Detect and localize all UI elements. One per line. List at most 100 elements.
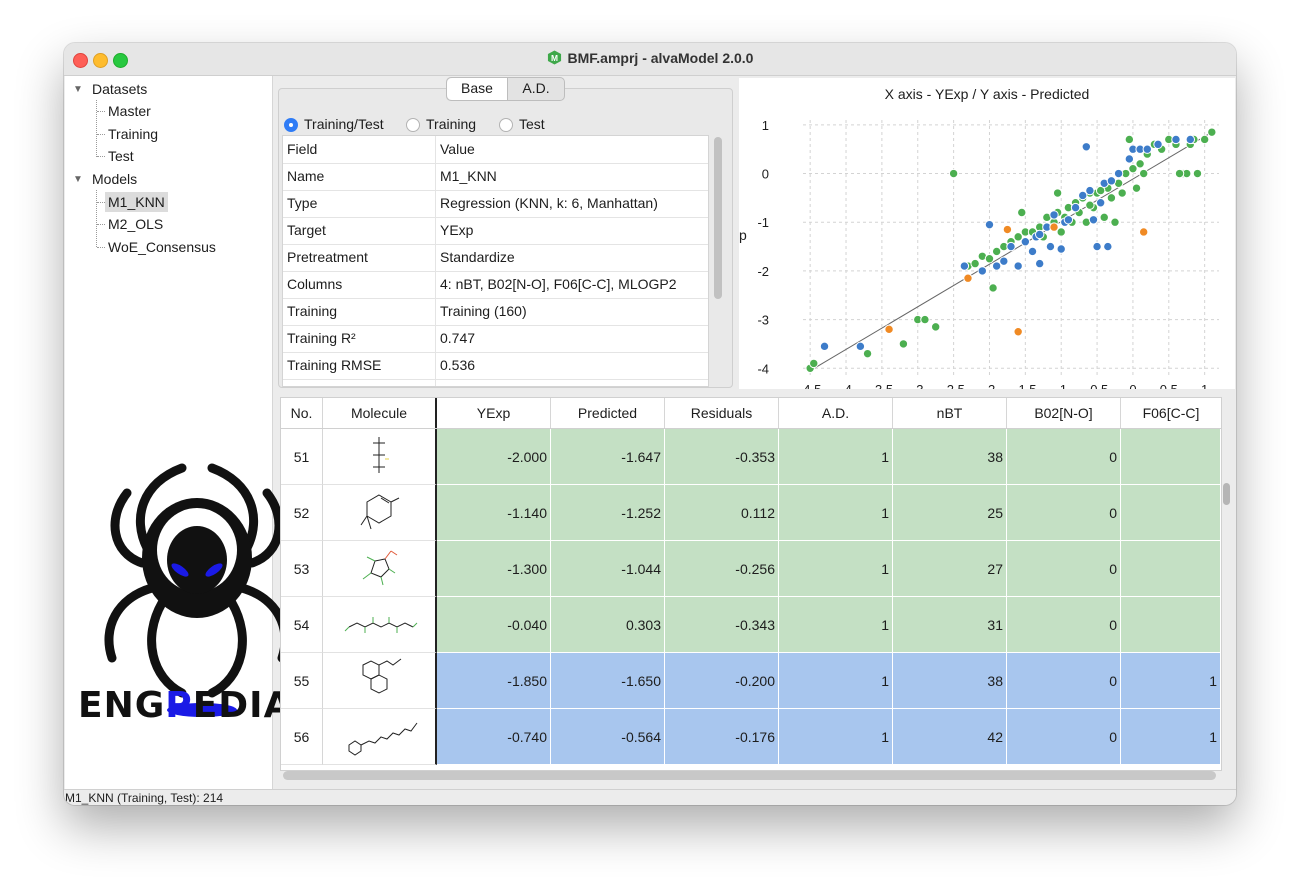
data-point-blue	[984, 219, 995, 230]
property-row[interactable]: Training R² 0.747	[283, 325, 708, 353]
logo-letter: E	[192, 685, 219, 726]
data-point-green	[898, 339, 909, 349]
table-header: No. Molecule YExp Predicted Residuals A.…	[281, 398, 1221, 429]
y-tick-label: 0	[762, 167, 769, 182]
molecule-structure	[323, 653, 437, 709]
data-point-orange	[1049, 222, 1059, 232]
property-value: Standardize	[440, 249, 515, 265]
radio-label: Training/Test	[304, 116, 384, 132]
data-point-blue	[1106, 176, 1117, 186]
property-row[interactable]: Type Regression (KNN, k: 6, Manhattan)	[283, 190, 708, 218]
property-field: Target	[287, 222, 326, 238]
tree-node-training[interactable]: Training	[108, 124, 158, 144]
tree-node-models[interactable]: Models	[92, 169, 137, 189]
data-point-blue	[999, 256, 1009, 266]
table-row[interactable]: 56 -0.740 -0.564 -0.176 1 42 0 1	[281, 709, 1221, 765]
property-row[interactable]: Columns 4: nBT, B02[N-O], F06[C-C], MLOGP…	[283, 271, 708, 299]
col-header-predicted[interactable]: Predicted	[551, 398, 665, 428]
data-point-green	[1131, 183, 1142, 193]
radio-selected-icon[interactable]	[284, 118, 298, 132]
radio-unselected-icon[interactable]	[406, 118, 420, 132]
table-horizontal-scrollbar[interactable]	[283, 771, 1216, 780]
cell-residuals: -0.256	[665, 541, 779, 597]
cell-f06	[1121, 597, 1221, 653]
tab-ad[interactable]: A.D.	[508, 78, 564, 100]
data-point-blue	[1171, 134, 1181, 145]
expand-triangle-icon[interactable]: ▼	[73, 174, 83, 185]
cell-f06	[1121, 485, 1221, 541]
data-point-blue	[1142, 144, 1152, 154]
cell-yexp: -0.040	[437, 597, 551, 653]
property-row[interactable]: Name M1_KNN	[283, 163, 708, 191]
data-point-blue	[1045, 241, 1056, 252]
data-point-orange	[1002, 224, 1013, 235]
table-row[interactable]: 52 -1.140 -1.252 0.112 1 25 0	[281, 485, 1221, 541]
expand-triangle-icon[interactable]: ▼	[73, 84, 83, 95]
table-row[interactable]: 55 -1.850 -1.650 -0.200 1 38 0 1	[281, 653, 1221, 709]
radio-unselected-icon[interactable]	[499, 118, 513, 132]
col-header-b02[interactable]: B02[N-O]	[1007, 398, 1121, 428]
cell-predicted: -1.252	[551, 485, 665, 541]
data-table: No. Molecule YExp Predicted Residuals A.…	[280, 397, 1222, 771]
property-row[interactable]: Training Training (160)	[283, 298, 708, 326]
logo-letter: D	[218, 685, 250, 726]
cell-nbt: 42	[893, 709, 1007, 765]
col-header-molecule[interactable]: Molecule	[323, 398, 437, 428]
col-header-yexp[interactable]: YExp	[437, 398, 551, 428]
molecule-structure-icon	[360, 494, 400, 530]
properties-header: Field Value	[283, 136, 708, 164]
data-point-green	[1199, 134, 1210, 145]
tree-node-m1-knn[interactable]: M1_KNN	[105, 192, 168, 212]
cell-ad: 1	[779, 429, 893, 485]
table-row[interactable]: 54 -0.040 0.303 -0.343 1 31 0	[281, 597, 1221, 653]
molecule-structure	[323, 485, 437, 541]
tree-node-master[interactable]: Master	[108, 101, 151, 121]
property-value: YExp	[440, 222, 474, 238]
col-header-ad[interactable]: A.D.	[779, 398, 893, 428]
data-point-green	[1207, 127, 1217, 137]
table-row[interactable]: 51 -2.000 -1.647 -0.353 1 38 0	[281, 429, 1221, 485]
tab-control: Base A.D.	[446, 77, 565, 101]
property-row[interactable]: Training RMSE 0.536	[283, 352, 708, 380]
property-value: 4: nBT, B02[N-O], F06[C-C], MLOGP2	[440, 276, 677, 292]
col-header-no[interactable]: No.	[281, 398, 323, 428]
x-tick-label: 0.5	[1160, 382, 1178, 389]
property-row[interactable]: Pretreatment Standardize	[283, 244, 708, 272]
table-row[interactable]: 53 -1.300 -1.044 -0.256 1 27 0	[281, 541, 1221, 597]
data-point-green	[930, 322, 941, 332]
data-point-blue	[1006, 241, 1016, 252]
radio-training-test[interactable]: Training/Test	[284, 115, 384, 133]
tree-connector	[97, 224, 105, 225]
properties-scrollbar[interactable]	[714, 137, 722, 299]
cell-nbt: 27	[893, 541, 1007, 597]
data-point-blue	[1095, 198, 1106, 208]
molecule-structure	[323, 597, 437, 653]
table-vertical-scrollbar[interactable]	[1223, 483, 1230, 505]
cell-yexp: -2.000	[437, 429, 551, 485]
molecule-structure-icon	[362, 550, 398, 586]
tab-base[interactable]: Base	[447, 78, 508, 100]
x-tick-label: -2	[984, 382, 996, 389]
cell-nbt: 38	[893, 429, 1007, 485]
tree-node-test[interactable]: Test	[108, 146, 134, 166]
cell-predicted: -0.564	[551, 709, 665, 765]
property-row[interactable]: Target YExp	[283, 217, 708, 245]
tree-node-m2-ols[interactable]: M2_OLS	[108, 214, 163, 234]
col-header-residuals[interactable]: Residuals	[665, 398, 779, 428]
col-header-nbt[interactable]: nBT	[893, 398, 1007, 428]
tree-connector	[96, 100, 97, 157]
tree-node-woe-consensus[interactable]: WoE_Consensus	[108, 237, 216, 257]
x-tick-label: -2.5	[942, 382, 964, 389]
cell-residuals: 0.112	[665, 485, 779, 541]
data-point-blue	[1020, 236, 1031, 247]
logo-letter: G	[134, 685, 166, 726]
cell-residuals: -0.200	[665, 653, 779, 709]
y-axis-label: p	[739, 227, 747, 243]
radio-training[interactable]: Training	[406, 115, 476, 133]
data-point-orange	[963, 273, 973, 283]
col-header-f06[interactable]: F06[C-C]	[1121, 398, 1221, 428]
cell-b02: 0	[1007, 541, 1121, 597]
radio-test[interactable]: Test	[499, 115, 545, 133]
logo-letter: P	[165, 685, 193, 726]
tree-node-datasets[interactable]: Datasets	[92, 79, 147, 99]
